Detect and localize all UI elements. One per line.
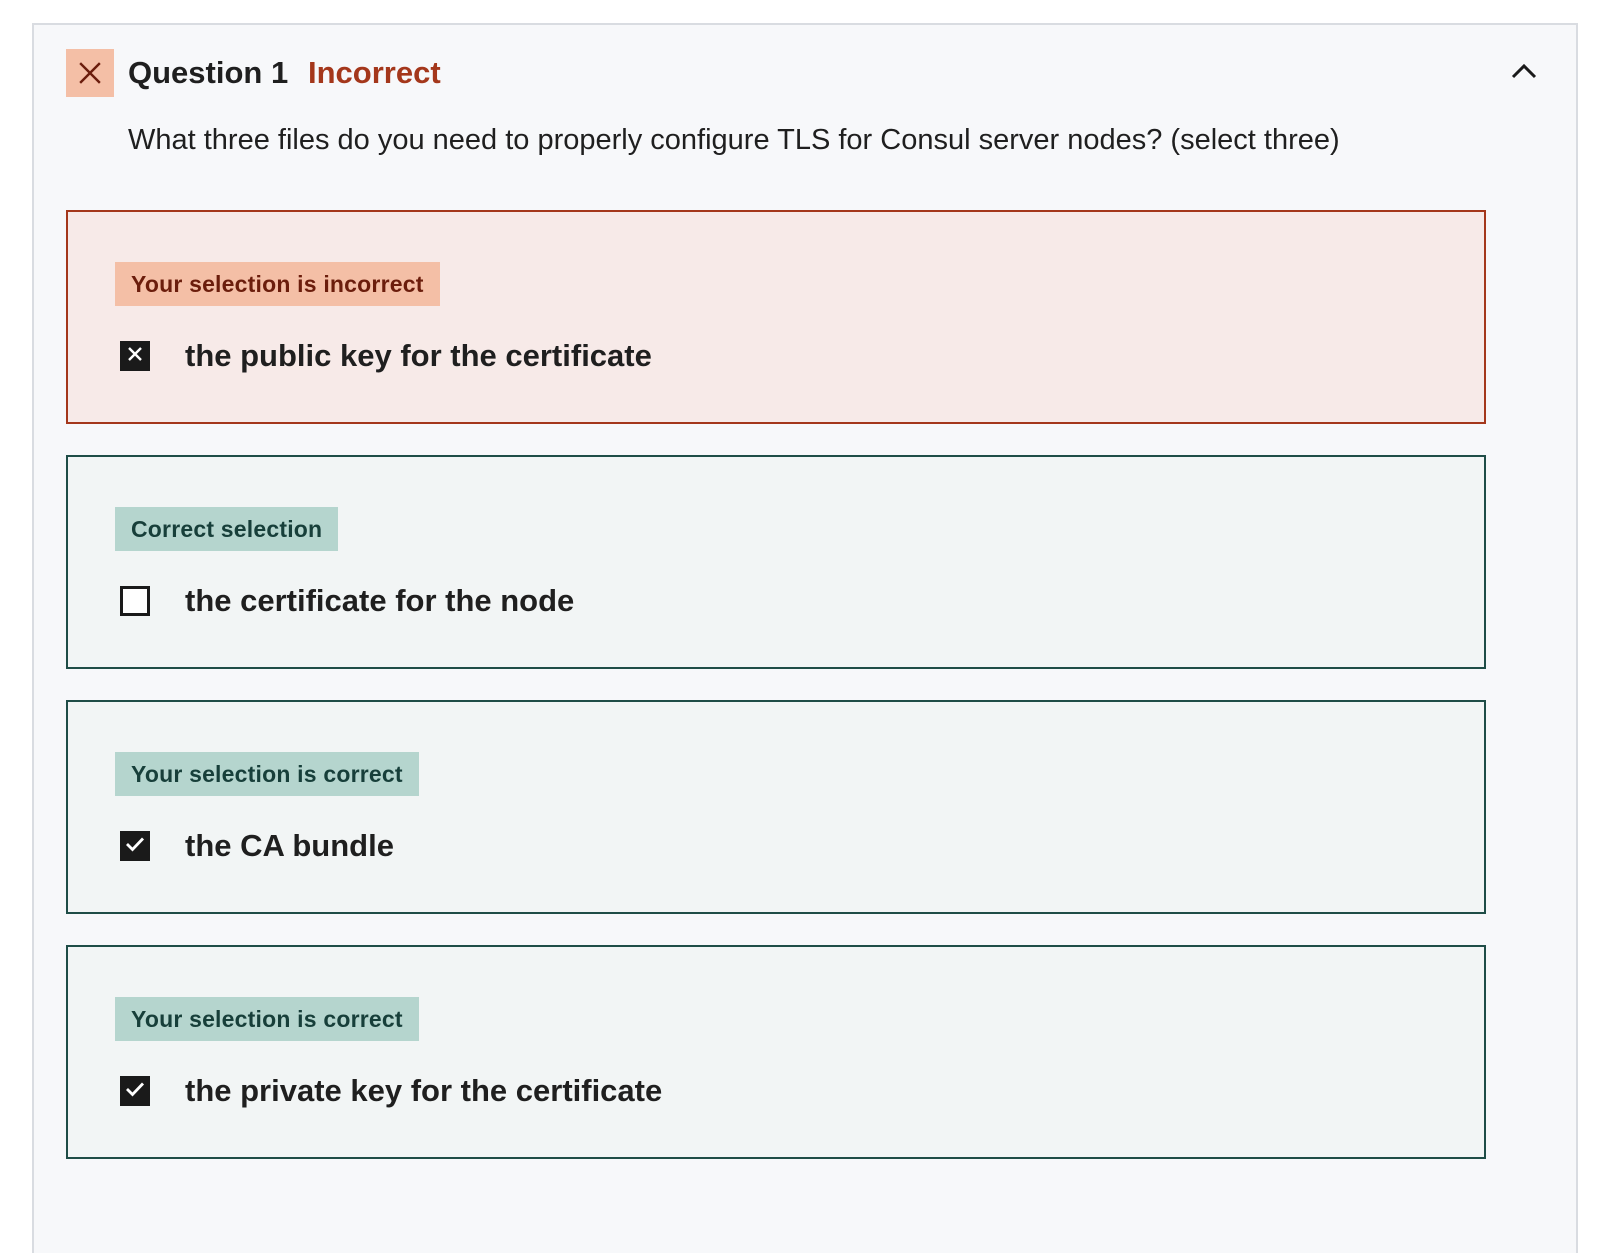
feedback-badge: Your selection is correct xyxy=(115,997,419,1041)
question-prompt: What three files do you need to properly… xyxy=(128,124,1340,156)
answer-label: the CA bundle xyxy=(185,828,394,863)
collapse-button[interactable] xyxy=(1504,53,1544,93)
question-result: Incorrect xyxy=(308,55,441,90)
question-header[interactable]: Question 1 Incorrect xyxy=(66,49,1544,97)
feedback-badge: Correct selection xyxy=(115,507,339,551)
chevron-up-icon xyxy=(1511,63,1537,84)
x-mark-icon xyxy=(127,346,143,367)
question-panel: Question 1 Incorrect What three files do… xyxy=(32,23,1578,1253)
answer-checkbox[interactable] xyxy=(120,831,150,861)
answer-label: the public key for the certificate xyxy=(185,338,652,373)
close-icon xyxy=(66,49,114,97)
answer-label: the certificate for the node xyxy=(185,583,575,618)
answer-checkbox[interactable] xyxy=(120,1076,150,1106)
question-title: Question 1 xyxy=(128,55,289,90)
answer-label: the private key for the certificate xyxy=(185,1073,663,1108)
feedback-badge: Your selection is correct xyxy=(115,752,419,796)
checkmark-icon xyxy=(125,836,145,857)
answer-option[interactable]: Your selection is correct the private ke… xyxy=(66,945,1486,1159)
answer-option[interactable]: Correct selection the certificate for th… xyxy=(66,455,1486,669)
checkmark-icon xyxy=(125,1081,145,1102)
answer-option[interactable]: Your selection is incorrect the public k… xyxy=(66,210,1486,424)
feedback-badge: Your selection is incorrect xyxy=(115,262,440,306)
answer-option[interactable]: Your selection is correct the CA bundle xyxy=(66,700,1486,914)
answer-checkbox[interactable] xyxy=(120,586,150,616)
answer-checkbox[interactable] xyxy=(120,341,150,371)
